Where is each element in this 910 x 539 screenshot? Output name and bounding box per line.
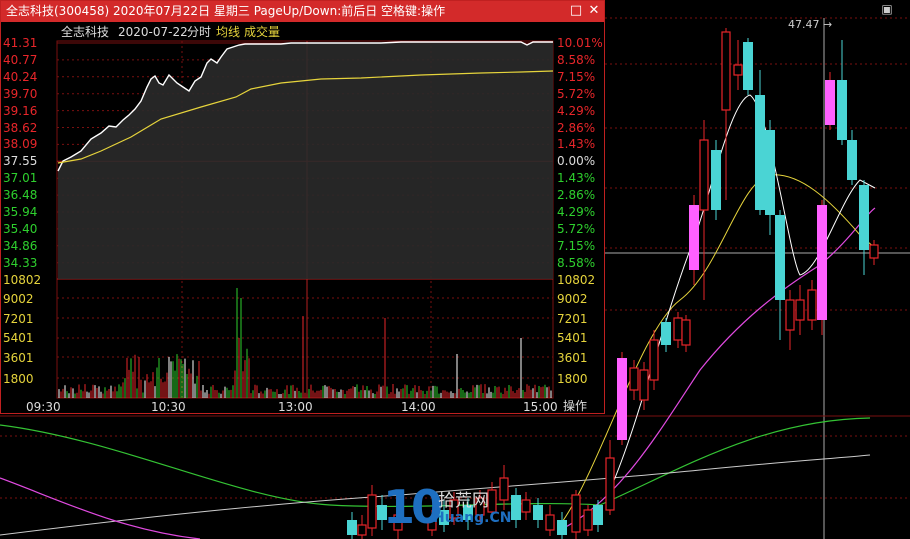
pct-tick-right: 2.86% [557,188,596,203]
volume-tick-right: 7201 [557,312,588,326]
price-tick-left: 39.70 [3,86,38,101]
price-tick-left: 38.09 [3,137,38,152]
volume-tick-left: 9002 [3,292,34,306]
pct-tick-right: 7.15% [557,69,596,84]
price-tick-left: 38.62 [3,120,38,135]
pct-tick-right: 5.72% [557,86,596,101]
time-tick: 14:00 [401,400,436,414]
time-tick: 13:00 [278,400,313,414]
price-tick-left: 37.01 [3,171,38,186]
time-tick: 10:30 [151,400,186,414]
pct-tick-right: 7.15% [557,238,596,253]
volume-tick-right: 5401 [557,331,588,345]
watermark-number: 10 [383,480,443,534]
volume-tick-right: 9002 [557,292,588,306]
pct-tick-right: 4.29% [557,205,596,219]
intraday-popup[interactable]: 全志科技(300458) 2020年07月22日 星期三 PageUp/Down… [0,0,605,414]
volume-tick-right: 10802 [557,273,596,287]
price-tick-left: 39.16 [3,103,38,118]
pct-tick-right: 1.43% [557,137,596,152]
volume-tick-left: 7201 [3,312,34,326]
pct-tick-right: 4.29% [557,103,596,118]
volume-tick-left: 5401 [3,331,34,345]
pct-tick-right: 1.43% [557,171,596,186]
action-button[interactable]: 操作 [563,399,587,413]
square-icon[interactable]: ▣ [880,2,894,16]
pct-tick-right: 10.01% [557,36,603,50]
pct-tick-right: 5.72% [557,221,596,236]
time-tick: 15:00 [523,400,558,414]
price-tick-left: 35.94 [3,205,38,219]
volume-tick-left: 3601 [3,351,34,365]
pct-tick-right: 8.58% [557,255,596,270]
price-tick-left: 37.55 [3,154,38,169]
price-tick-left: 40.77 [3,52,38,67]
price-tick-left: 41.31 [3,36,38,50]
price-tick-left: 34.33 [3,255,38,270]
volume-tick-left: 10802 [3,273,42,287]
price-tick-left: 35.40 [3,221,38,236]
volume-tick-right: 3601 [557,351,588,365]
pct-tick-right: 8.58% [557,52,596,67]
peak-price-value: 47.47 [788,18,820,31]
peak-price-label: 47.47 → [788,18,833,31]
price-tick-left: 34.86 [3,238,38,253]
price-tick-left: 36.48 [3,188,38,203]
watermark-logo: 10 拾荒网 Huang.CN [383,480,523,534]
intraday-chart[interactable] [1,1,604,413]
time-tick: 09:30 [26,400,61,414]
watermark-en: Huang.CN [433,510,512,526]
pct-tick-right: 2.86% [557,120,596,135]
pct-tick-right: 0.00% [557,154,596,169]
price-tick-left: 40.24 [3,69,38,84]
volume-tick-right: 1800 [557,372,588,386]
volume-tick-left: 1800 [3,372,34,386]
watermark-cn: 拾荒网 [438,491,489,511]
